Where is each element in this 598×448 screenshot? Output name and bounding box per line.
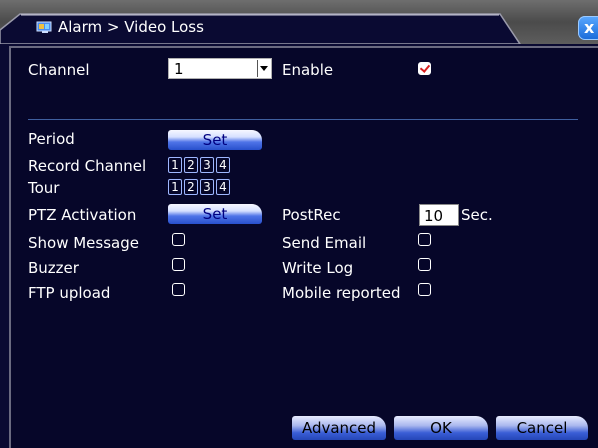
buzzer-label: Buzzer [28,259,79,277]
channel-select[interactable]: 1 [168,58,272,79]
video-loss-dialog: Alarm > Video Loss x Channel 1 Enable Pe… [0,0,598,448]
record-channel-1[interactable]: 1 [168,157,182,173]
period-label: Period [28,130,75,148]
tour-label: Tour [28,179,60,197]
tour-channel-2[interactable]: 2 [184,179,198,195]
ptz-activation-label: PTZ Activation [28,206,137,224]
record-channel-selector: 1 2 3 4 [168,157,230,173]
write-log-label: Write Log [282,259,354,277]
channel-value: 1 [174,60,184,78]
buzzer-checkbox[interactable] [172,258,185,271]
chevron-down-icon[interactable] [257,60,270,77]
window-title: Alarm > Video Loss [58,18,204,36]
ptz-set-button[interactable]: Set [168,204,262,224]
close-icon: x [584,18,595,37]
show-message-label: Show Message [28,234,139,252]
postrec-label: PostRec [282,206,341,224]
postrec-unit: Sec. [461,206,493,224]
record-channel-3[interactable]: 3 [200,157,214,173]
record-channel-2[interactable]: 2 [184,157,198,173]
record-channel-4[interactable]: 4 [216,157,230,173]
cancel-button[interactable]: Cancel [496,416,588,440]
tour-channel-selector: 1 2 3 4 [168,179,230,195]
enable-checkbox[interactable] [418,62,431,75]
write-log-checkbox[interactable] [418,258,431,271]
ok-button[interactable]: OK [394,416,488,440]
monitor-icon [36,21,52,33]
send-email-checkbox[interactable] [418,233,431,246]
advanced-button[interactable]: Advanced [292,416,386,440]
divider [28,119,578,120]
close-button[interactable]: x [578,16,598,40]
show-message-checkbox[interactable] [172,233,185,246]
title-wrap: Alarm > Video Loss [36,16,204,38]
record-channel-label: Record Channel [28,157,147,175]
period-set-button[interactable]: Set [168,130,262,150]
mobile-reported-label: Mobile reported [282,284,401,302]
tour-channel-4[interactable]: 4 [216,179,230,195]
mobile-reported-checkbox[interactable] [418,283,431,296]
tour-channel-3[interactable]: 3 [200,179,214,195]
ftp-upload-label: FTP upload [28,284,111,302]
ftp-upload-checkbox[interactable] [172,283,185,296]
postrec-input[interactable]: 10 [419,204,459,226]
enable-label: Enable [282,61,334,79]
tour-channel-1[interactable]: 1 [168,179,182,195]
channel-label: Channel [28,61,90,79]
title-bar: Alarm > Video Loss x [0,0,598,44]
send-email-label: Send Email [282,234,367,252]
